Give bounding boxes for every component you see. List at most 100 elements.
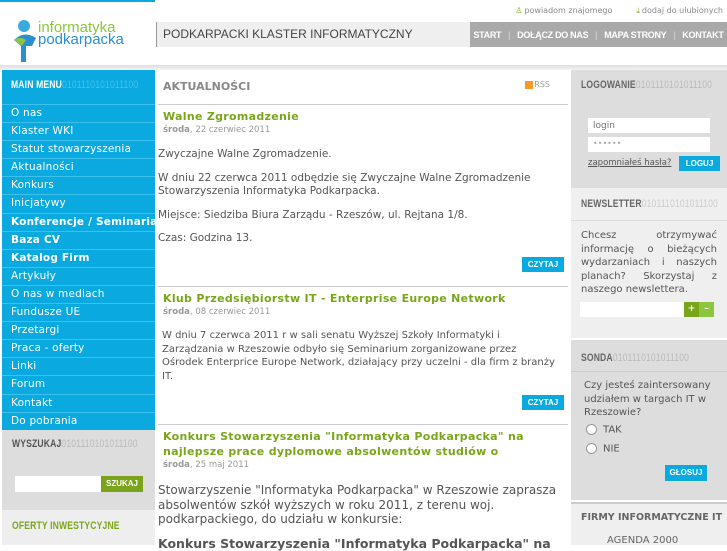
- article-date: środa, 25 maj 2011: [155, 460, 565, 470]
- news-section: AKTUALNOŚCI RSS Walne Zgromadzenie środa…: [155, 70, 570, 550]
- tell-friend-label: powiadom znajomego: [524, 6, 613, 15]
- paragraph: Zwyczajne Walne Zgromadzenie.: [158, 148, 332, 160]
- poll-question: Czy jesteś zaintersowany udziałem w targ…: [584, 380, 711, 418]
- tell-friend-link[interactable]: ♙ powiadom znajomego: [515, 6, 612, 16]
- unsubscribe-button[interactable]: –: [699, 302, 714, 317]
- menu-item[interactable]: Kontakt: [2, 393, 155, 412]
- binary-decoration: 0101110101011100: [635, 79, 713, 91]
- nav-start[interactable]: START: [473, 30, 501, 40]
- menu-item[interactable]: Przetargi: [2, 321, 155, 339]
- article-date-text: , 22 czerwiec 2011: [189, 125, 271, 135]
- nav-separator: |: [673, 29, 676, 40]
- poll-option[interactable]: TAK: [571, 420, 727, 435]
- menu-item[interactable]: Linki: [2, 357, 155, 375]
- add-favorites-link[interactable]: ⤓ dodaj do ulubionych: [636, 6, 723, 16]
- menu-item[interactable]: Statut stowarzyszenia: [2, 140, 155, 158]
- article-title[interactable]: Konkurs Stowarzyszenia "Informatyka Podk…: [155, 429, 565, 459]
- article-title[interactable]: Walne Zgromadzenie: [155, 109, 565, 124]
- binary-decoration: 0101110101011100: [612, 352, 690, 364]
- paragraph: W dniu 7 czerwca 2011 r w sali senatu Wy…: [162, 330, 555, 382]
- site-title: PODKARPACKI KLASTER INFORMATYCZNY: [156, 22, 470, 47]
- paragraph: Konkurs Stowarzyszenia "Informatyka Podk…: [158, 535, 551, 551]
- menu-item[interactable]: Katalog Firm: [2, 248, 155, 267]
- menu-item[interactable]: Fundusze UE: [2, 303, 155, 321]
- paragraph: Czas: Godzina 13.: [158, 232, 253, 244]
- article-title[interactable]: Klub Przedsiębiorstw IT - Enterprise Eur…: [155, 291, 565, 306]
- divider: [158, 104, 568, 105]
- radio-button[interactable]: [586, 423, 597, 435]
- news-title: AKTUALNOŚCI: [163, 80, 251, 93]
- main-menu-title: MAIN MENU: [11, 79, 62, 91]
- top-links: ♙ powiadom znajomego ⤓ dodaj do ulubionych: [515, 6, 723, 16]
- poll-option-label: NIE: [603, 443, 620, 455]
- search-input[interactable]: [15, 476, 101, 492]
- nav-contact[interactable]: KONTAKT: [682, 30, 724, 40]
- poll-option-label: TAK: [603, 424, 622, 435]
- article-date: środa, 22 czerwiec 2011: [155, 125, 565, 135]
- nav-separator: |: [508, 29, 511, 40]
- article: Konkurs Stowarzyszenia "Informatyka Podk…: [155, 429, 565, 550]
- menu-item[interactable]: Forum: [2, 375, 155, 393]
- right-sidebar: LOGOWANIE0101110101011100 •••••• zapomni…: [571, 70, 727, 546]
- search-header: WYSZUKAJ0101110101011100: [2, 438, 155, 450]
- radio-button[interactable]: [586, 443, 597, 454]
- site-logo[interactable]: informatyka podkarpacka: [8, 18, 148, 64]
- paragraph: Miejsce: Siedziba Biura Zarządu - Rzeszó…: [158, 208, 468, 221]
- forgot-password-link[interactable]: zapomniałeś hasła?: [588, 158, 671, 168]
- logo-text-2: podkarpacka: [38, 31, 124, 48]
- search-title: WYSZUKAJ: [12, 438, 62, 450]
- poll-title: SONDA: [581, 352, 613, 364]
- read-more-button[interactable]: CZYTAJ: [522, 257, 564, 272]
- article-day: środa: [163, 307, 190, 317]
- download-icon: ⤓: [636, 6, 640, 15]
- menu-list: O nas Klaster WKI Statut stowarzyszenia Akt…: [2, 104, 157, 430]
- article-body: Stowarzyszenie "Informatyka Podkarpacka"…: [155, 470, 565, 550]
- subscribe-button[interactable]: +: [684, 302, 699, 317]
- offers-header[interactable]: OFERTY INWESTYCYJNE: [2, 510, 155, 545]
- nav-sitemap[interactable]: MAPA STRONY: [604, 30, 667, 40]
- menu-item[interactable]: Baza CV: [2, 230, 155, 249]
- newsletter-title: NEWSLETTER: [581, 198, 642, 210]
- menu-item[interactable]: Aktualności: [2, 158, 155, 176]
- login-button[interactable]: LOGUJ: [679, 156, 720, 171]
- firms-box: FIRMY INFORMATYCZNE IT AGENDA 2000: [571, 502, 727, 546]
- left-sidebar: MAIN MENU0101110101011100 O nas Klaster W…: [2, 70, 157, 545]
- article: Klub Przedsiębiorstw IT - Enterprise Eur…: [155, 291, 565, 383]
- divider: [158, 286, 568, 287]
- menu-item[interactable]: Praca - oferty: [2, 339, 155, 357]
- logo-figure-icon: [14, 20, 36, 62]
- login-input[interactable]: [588, 118, 710, 133]
- menu-item[interactable]: Konferencje / Seminaria: [2, 212, 157, 231]
- offers-title: OFERTY INWESTYCYJNE: [12, 520, 120, 532]
- user-icon: ♙: [515, 6, 523, 15]
- article-body: Zwyczajne Walne Zgromadzenie. W dniu 22 …: [155, 135, 565, 246]
- article-date: środa, 08 czerwiec 2011: [155, 307, 565, 317]
- paragraph: Stowarzyszenie "Informatyka Podkarpacka"…: [158, 483, 557, 526]
- poll-option[interactable]: NIE: [571, 435, 727, 455]
- menu-item[interactable]: O nas w mediach: [2, 284, 155, 303]
- login-title: LOGOWANIE: [581, 79, 636, 91]
- newsletter-box: NEWSLETTER0101110101011100 Chcesz otrzym…: [571, 188, 727, 338]
- rss-link[interactable]: RSS: [525, 80, 550, 89]
- nav-join[interactable]: DOŁĄCZ DO NAS: [517, 30, 588, 40]
- password-input[interactable]: ••••••: [588, 137, 710, 152]
- paragraph: W dniu 22 czerwca 2011 odbędzie się Zwyc…: [158, 171, 531, 198]
- menu-item[interactable]: Artykuły: [2, 266, 155, 285]
- divider: [158, 424, 568, 425]
- main-menu-header: MAIN MENU0101110101011100: [2, 70, 155, 104]
- menu-item[interactable]: Do pobrania: [2, 411, 155, 430]
- read-more-button[interactable]: CZYTAJ: [522, 395, 564, 410]
- newsletter-email-input[interactable]: [580, 302, 684, 317]
- menu-item[interactable]: O nas: [2, 104, 155, 122]
- login-box: LOGOWANIE0101110101011100 •••••• zapomni…: [571, 70, 727, 188]
- firms-item[interactable]: AGENDA 2000: [571, 523, 727, 546]
- menu-item[interactable]: Konkurs: [2, 176, 155, 194]
- search-button[interactable]: SZUKAJ: [101, 476, 143, 492]
- top-accent-line: [0, 0, 155, 2]
- vote-button[interactable]: GŁOSUJ: [665, 465, 707, 481]
- menu-item[interactable]: Inicjatywy: [2, 194, 155, 212]
- article-date-text: , 08 czerwiec 2011: [189, 307, 271, 317]
- firms-title: FIRMY INFORMATYCZNE IT: [581, 512, 723, 523]
- binary-decoration: 0101110101011100: [61, 438, 138, 450]
- menu-item[interactable]: Klaster WKI: [2, 122, 155, 140]
